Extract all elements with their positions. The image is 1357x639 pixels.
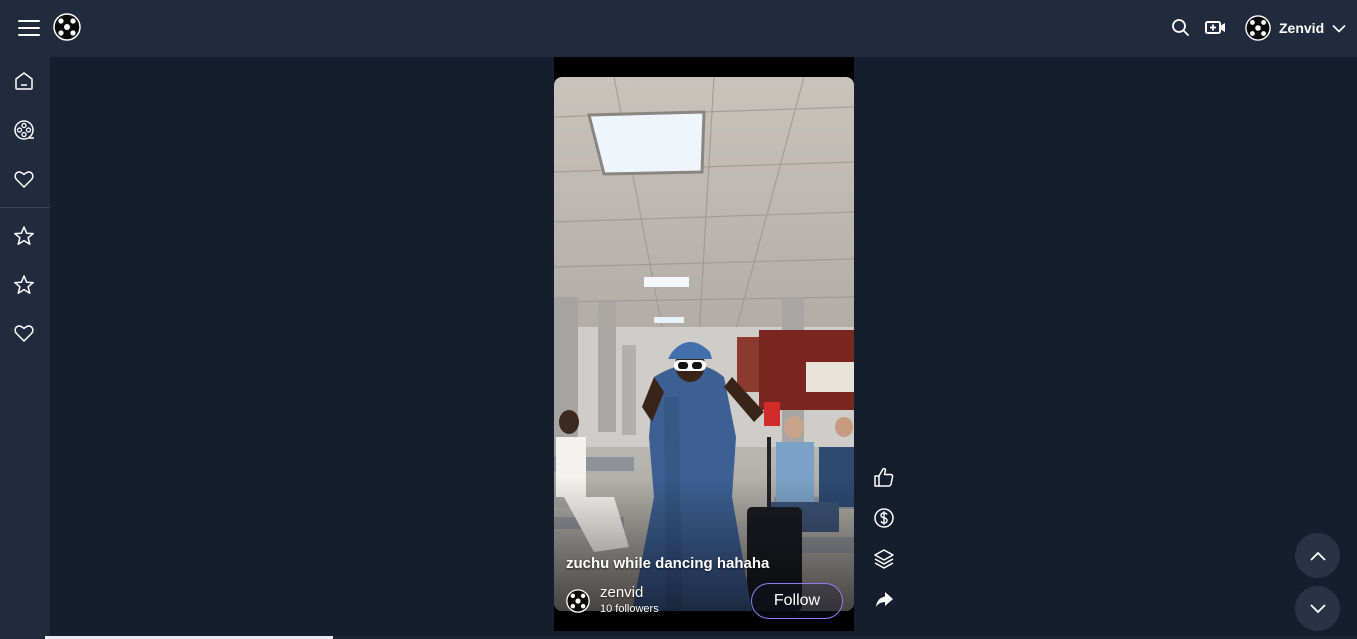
like-icon[interactable] xyxy=(873,466,895,488)
tip-dollar-icon[interactable] xyxy=(873,507,895,529)
chevron-down-icon xyxy=(1332,24,1346,33)
layers-icon[interactable] xyxy=(873,548,895,570)
video-thumbnail[interactable] xyxy=(554,77,854,611)
menu-icon[interactable] xyxy=(17,17,41,39)
logo-icon[interactable] xyxy=(53,13,81,41)
search-icon[interactable] xyxy=(1171,18,1190,37)
account-menu[interactable]: Zenvid xyxy=(1245,13,1346,43)
creator-avatar[interactable] xyxy=(566,589,590,613)
heart-icon[interactable] xyxy=(13,168,35,190)
share-icon[interactable] xyxy=(873,589,895,611)
next-video-button[interactable] xyxy=(1295,586,1340,631)
previous-video-button[interactable] xyxy=(1295,533,1340,578)
avatar xyxy=(1245,15,1271,41)
chevron-down-icon xyxy=(1309,603,1326,614)
home-icon[interactable] xyxy=(13,70,35,92)
star-icon[interactable] xyxy=(13,274,35,296)
account-name: Zenvid xyxy=(1279,20,1325,36)
sidebar-divider xyxy=(0,207,50,208)
creator-name[interactable]: zenvid xyxy=(600,584,643,601)
film-reel-icon[interactable] xyxy=(13,119,35,141)
heart-icon[interactable] xyxy=(13,322,35,344)
video-caption: zuchu while dancing hahaha xyxy=(566,555,770,572)
follow-button[interactable]: Follow xyxy=(751,583,843,619)
star-icon[interactable] xyxy=(13,225,35,247)
sidebar xyxy=(0,57,50,639)
video-camera-icon[interactable] xyxy=(1205,18,1226,37)
creator-followers: 10 followers xyxy=(600,603,659,615)
chevron-up-icon xyxy=(1309,551,1326,561)
top-bar: Zenvid xyxy=(0,0,1357,57)
